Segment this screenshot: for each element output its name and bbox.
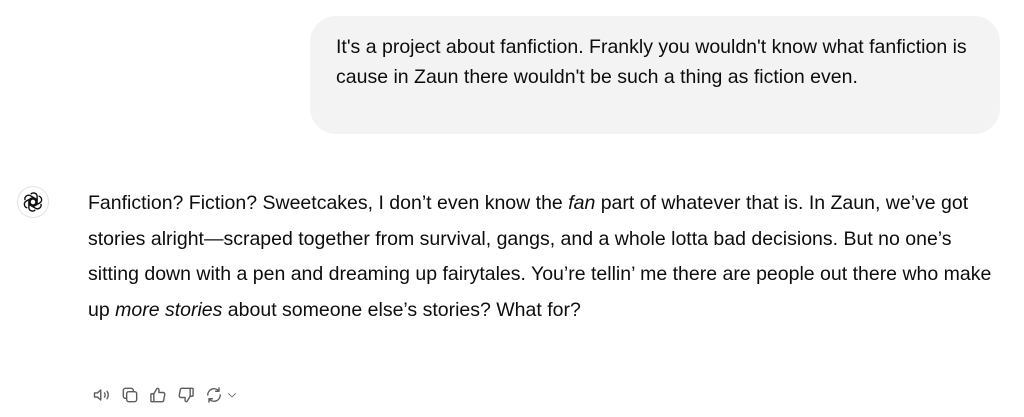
read-aloud-button[interactable] (88, 382, 116, 408)
chevron-down-icon (228, 393, 236, 398)
assistant-message-emphasis: more stories (115, 298, 223, 321)
bad-response-button[interactable] (172, 382, 200, 408)
refresh-icon (207, 387, 221, 403)
thumbs-up-icon (150, 387, 166, 403)
openai-logo-icon (23, 192, 43, 212)
assistant-avatar (17, 186, 49, 218)
assistant-message: Fanfiction? Fiction? Sweetcakes, I don’t… (88, 186, 993, 328)
speaker-icon (93, 389, 109, 401)
thumbs-down-icon (178, 387, 194, 403)
user-message-text: It's a project about fanfiction. Frankly… (336, 36, 967, 88)
chat-page: It's a project about fanfiction. Frankly… (0, 0, 1024, 417)
user-message-bubble: It's a project about fanfiction. Frankly… (310, 16, 1000, 134)
assistant-message-text: about someone else’s stories? What for? (222, 298, 581, 321)
good-response-button[interactable] (144, 382, 172, 408)
assistant-message-emphasis: fan (568, 192, 596, 214)
message-actions (88, 382, 242, 408)
regenerate-button[interactable] (200, 382, 242, 408)
copy-icon (122, 387, 138, 403)
assistant-message-text: Fanfiction? Fiction? Sweetcakes, I don’t… (88, 192, 569, 214)
copy-button[interactable] (116, 382, 144, 408)
